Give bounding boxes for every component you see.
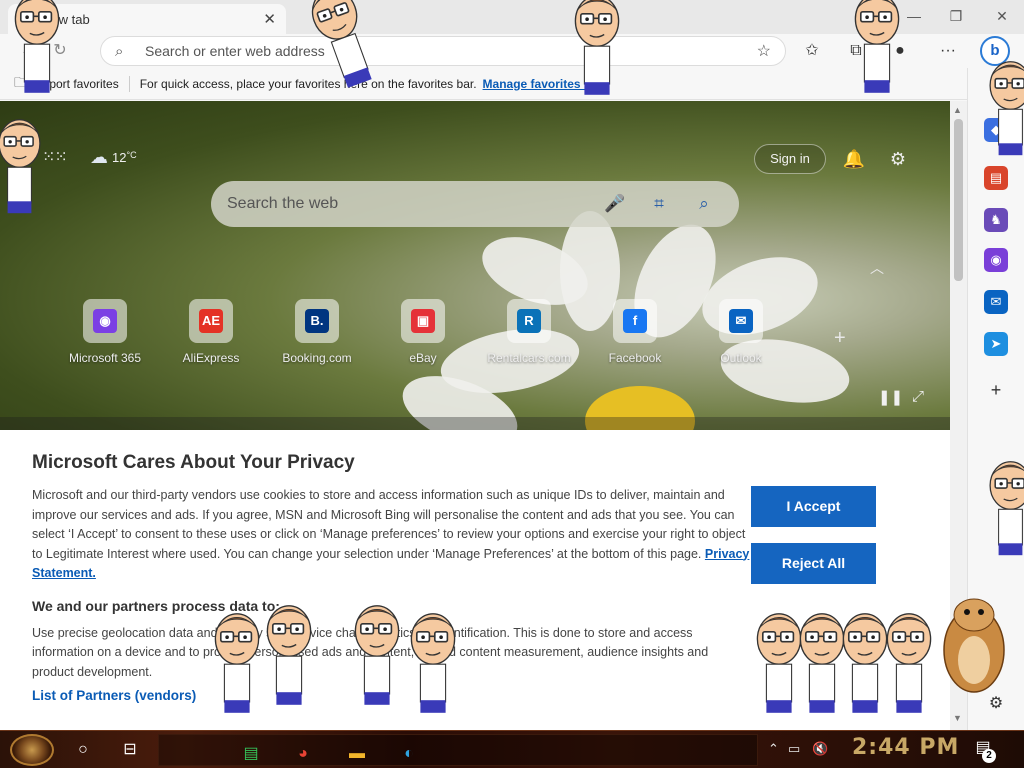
cartoon-sticker xyxy=(0,0,1024,714)
volume-muted-icon[interactable]: 🔇 xyxy=(812,741,828,757)
windows-taskbar: ○ ⊟ ▤ ◕ ▬ ◐ ⌃ ▭ 🔇 2:44 PM ▤ 2 xyxy=(0,730,1024,768)
notification-count-badge: 2 xyxy=(982,749,996,763)
search-circle-icon[interactable]: ○ xyxy=(69,736,97,764)
start-button[interactable] xyxy=(10,734,54,766)
task-view-icon[interactable]: ⊟ xyxy=(116,736,144,764)
edge-browser-icon[interactable]: ◐ xyxy=(395,740,423,768)
cartoon-overlay xyxy=(0,0,1024,714)
show-hidden-icons-icon[interactable]: ⌃ xyxy=(768,741,779,757)
network-icon[interactable]: ▭ xyxy=(788,741,800,757)
hamster-sticker xyxy=(943,598,1005,693)
taskbar-clock[interactable]: 2:44 PM xyxy=(852,735,959,760)
file-explorer-icon[interactable]: ▬ xyxy=(343,740,371,768)
taskbar-apps-area: ▤ ◕ ▬ ◐ xyxy=(158,734,758,766)
messages-app-icon[interactable]: ▤ xyxy=(237,740,265,768)
chrome-icon[interactable]: ◕ xyxy=(289,740,317,768)
